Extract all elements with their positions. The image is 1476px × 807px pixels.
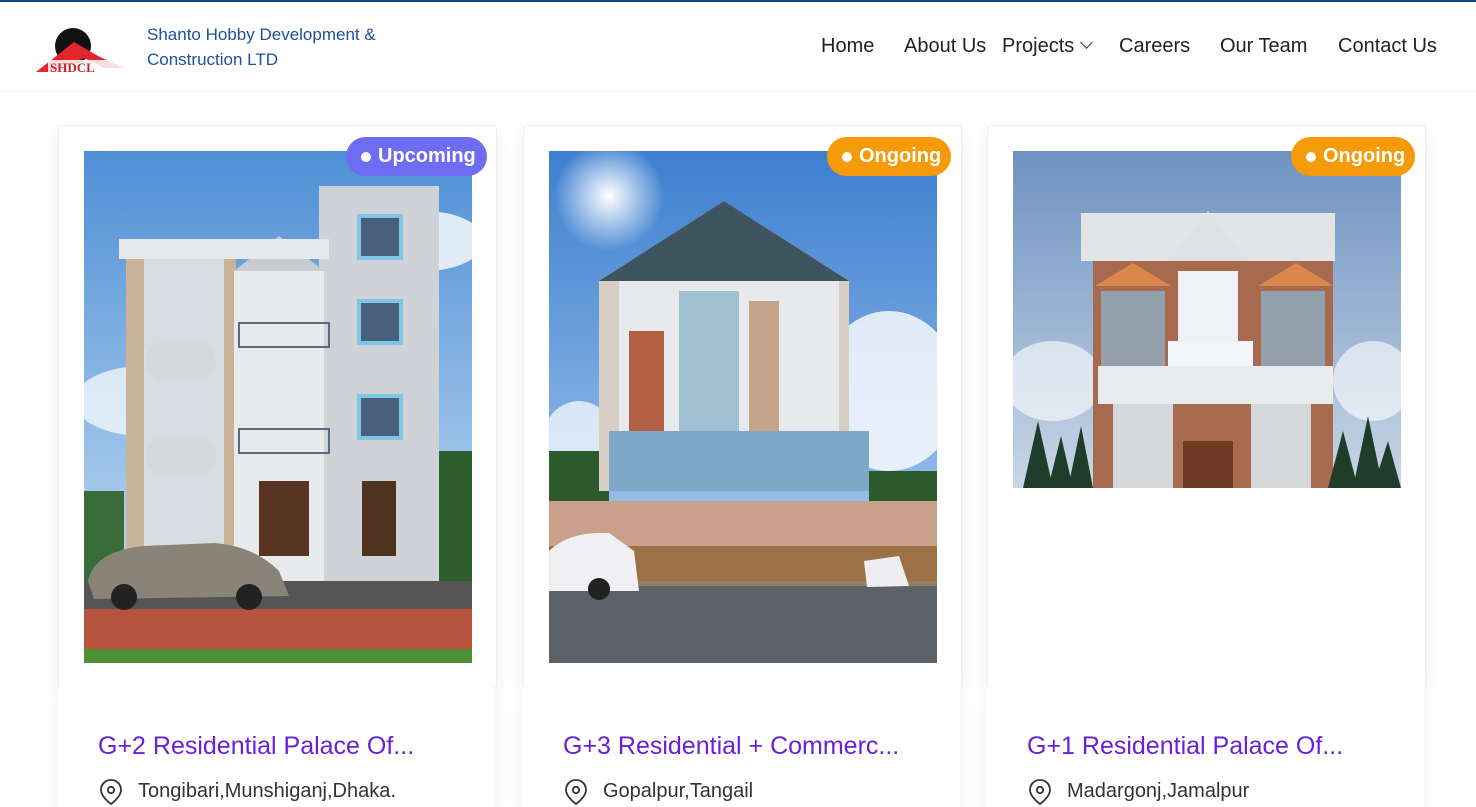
nav-team[interactable]: Our Team [1220, 35, 1307, 58]
nav-contact[interactable]: Contact Us [1338, 35, 1437, 58]
status-label: Upcoming [378, 145, 476, 167]
project-card[interactable]: Ongoing [987, 125, 1426, 689]
project-title[interactable]: G+3 Residential + Commerc... [563, 732, 899, 761]
project-image[interactable] [1013, 151, 1401, 488]
project-title[interactable]: G+2 Residential Palace Of... [98, 732, 414, 761]
project-location-text: Madargonj,Jamalpur [1067, 780, 1250, 802]
status-dot-icon [361, 152, 371, 162]
nav-about[interactable]: About Us [904, 35, 986, 58]
project-title[interactable]: G+1 Residential Palace Of... [1027, 732, 1343, 761]
status-label: Ongoing [859, 145, 942, 167]
location-pin-icon [565, 779, 587, 806]
project-card[interactable]: Ongoing [523, 125, 962, 689]
status-dot-icon [1306, 152, 1316, 162]
nav-projects-label: Projects [1002, 35, 1075, 57]
status-dot-icon [842, 152, 852, 162]
project-info: G+2 Residential Palace Of... Tongibari,M… [58, 688, 495, 807]
nav-home[interactable]: Home [821, 35, 874, 58]
location-pin-icon [100, 779, 122, 806]
location-pin-icon [1029, 779, 1051, 806]
project-location-text: Gopalpur,Tangail [603, 780, 754, 802]
nav-careers[interactable]: Careers [1119, 35, 1190, 58]
main-nav: Home About Us Projects Careers Our Team … [0, 35, 1476, 65]
chevron-down-icon [1080, 36, 1094, 49]
status-badge: Ongoing [827, 137, 951, 176]
project-image[interactable] [84, 151, 472, 663]
status-badge: Ongoing [1291, 137, 1415, 176]
project-location-text: Tongibari,Munshiganj,Dhaka. [138, 780, 396, 802]
project-info: G+1 Residential Palace Of... Madargonj,J… [987, 688, 1424, 807]
status-label: Ongoing [1323, 145, 1406, 167]
status-badge: Upcoming [346, 137, 487, 176]
nav-projects[interactable]: Projects [1002, 35, 1094, 58]
project-image[interactable] [549, 151, 937, 663]
project-card[interactable]: Upcoming [58, 125, 497, 689]
site-header: SHDCL Shanto Hobby Development & Constru… [0, 2, 1476, 92]
project-info: G+3 Residential + Commerc... Gopalpur,Ta… [523, 688, 960, 807]
